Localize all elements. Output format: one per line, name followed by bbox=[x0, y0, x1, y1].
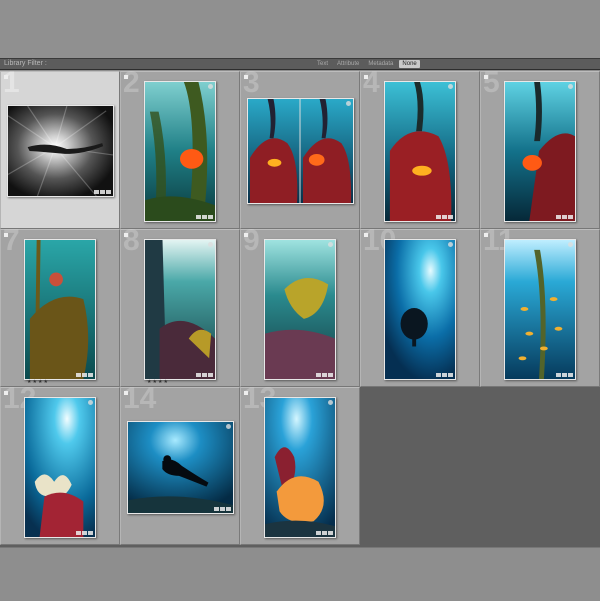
grid-cell-2[interactable]: 2 bbox=[120, 66, 240, 229]
grid-cell-11[interactable]: 11 bbox=[480, 226, 600, 387]
grid-cell-3[interactable]: 3 bbox=[240, 66, 360, 229]
cell-number: 1 bbox=[3, 66, 20, 99]
cell-number: 4 bbox=[363, 66, 380, 99]
grid-cell-4[interactable]: 4 bbox=[360, 66, 480, 229]
flag-icon[interactable] bbox=[484, 75, 488, 79]
photo-thumbnail[interactable] bbox=[24, 397, 96, 538]
cell-number: 5 bbox=[483, 66, 500, 99]
photo-thumbnail[interactable] bbox=[504, 239, 576, 380]
flag-icon[interactable] bbox=[244, 391, 248, 395]
thumbnail-grid: 1 2 3 4 5 7 ★★★★ 8 ★★★★ 9 10 11 12 14 13 bbox=[0, 66, 600, 547]
photo-thumbnail[interactable] bbox=[264, 239, 336, 380]
filter-option-none[interactable]: None bbox=[399, 60, 420, 68]
cell-number: 8 bbox=[123, 224, 140, 257]
top-background bbox=[0, 0, 600, 58]
photo-thumbnail[interactable] bbox=[384, 81, 456, 222]
cell-number: 9 bbox=[243, 224, 260, 257]
filter-option-text[interactable]: Text bbox=[314, 60, 331, 68]
grid-cell-8[interactable]: 8 ★★★★ bbox=[120, 224, 240, 387]
bottom-background bbox=[0, 547, 600, 601]
grid-cell-7[interactable]: 7 ★★★★ bbox=[0, 224, 120, 387]
filter-option-attribute[interactable]: Attribute bbox=[334, 60, 362, 68]
photo-thumbnail[interactable] bbox=[7, 105, 114, 197]
flag-icon[interactable] bbox=[244, 75, 248, 79]
photo-thumbnail[interactable] bbox=[127, 421, 234, 514]
grid-cell-5[interactable]: 5 bbox=[480, 66, 600, 229]
flag-icon[interactable] bbox=[484, 233, 488, 237]
cell-number: 14 bbox=[123, 382, 157, 415]
photo-thumbnail[interactable] bbox=[504, 81, 576, 222]
flag-icon[interactable] bbox=[364, 75, 368, 79]
flag-icon[interactable] bbox=[364, 233, 368, 237]
cell-number: 3 bbox=[243, 66, 260, 99]
flag-icon[interactable] bbox=[124, 391, 128, 395]
photo-thumbnail[interactable] bbox=[144, 239, 216, 380]
photo-thumbnail[interactable] bbox=[24, 239, 96, 380]
photo-thumbnail[interactable] bbox=[144, 81, 216, 222]
grid-cell-14[interactable]: 14 bbox=[120, 382, 240, 545]
cell-number: 2 bbox=[123, 66, 140, 99]
photo-thumbnail[interactable] bbox=[247, 98, 354, 204]
grid-cell-9[interactable]: 9 bbox=[240, 224, 360, 387]
flag-icon[interactable] bbox=[4, 233, 8, 237]
flag-icon[interactable] bbox=[124, 233, 128, 237]
flag-icon[interactable] bbox=[4, 391, 8, 395]
flag-icon[interactable] bbox=[4, 75, 8, 79]
flag-icon[interactable] bbox=[244, 233, 248, 237]
library-filter-bar: Library Filter : Text Attribute Metadata… bbox=[0, 58, 600, 70]
flag-icon[interactable] bbox=[124, 75, 128, 79]
empty-grid-area bbox=[360, 387, 600, 547]
grid-cell-1[interactable]: 1 bbox=[0, 66, 120, 229]
grid-cell-10[interactable]: 10 bbox=[360, 226, 480, 387]
grid-cell-12[interactable]: 12 bbox=[0, 384, 120, 545]
grid-cell-13[interactable]: 13 bbox=[240, 384, 360, 545]
photo-thumbnail[interactable] bbox=[384, 239, 456, 380]
photo-thumbnail[interactable] bbox=[264, 397, 336, 538]
cell-number: 7 bbox=[3, 224, 20, 257]
